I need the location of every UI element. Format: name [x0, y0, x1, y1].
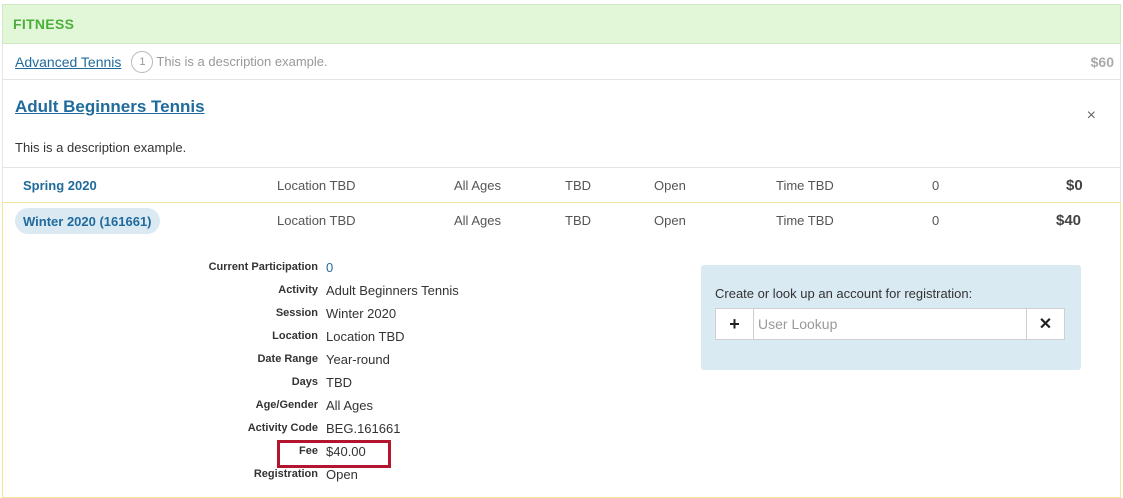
info-value: Year-round [326, 352, 390, 367]
registration-prompt: Create or look up an account for registr… [715, 286, 973, 301]
activity-list: FITNESS Advanced Tennis 1 This is a desc… [2, 4, 1121, 498]
info-label: Days [291, 376, 318, 388]
info-row-registration: Registration Open [3, 466, 423, 489]
session-count: 0 [932, 178, 940, 193]
session-time: Time TBD [776, 213, 834, 228]
session-location: Location TBD [277, 178, 356, 193]
session-time: Time TBD [776, 178, 834, 193]
close-icon[interactable]: × [1087, 107, 1096, 125]
session-location: Location TBD [277, 213, 356, 228]
info-label: Activity [278, 284, 318, 296]
plus-icon[interactable]: + [716, 309, 754, 339]
info-label: Registration [253, 468, 318, 480]
activity-description: This is a description example. [156, 54, 328, 69]
activity-detail-header: Adult Beginners Tennis × This is a descr… [2, 80, 1121, 168]
activity-detail-title[interactable]: Adult Beginners Tennis [15, 97, 205, 117]
activity-detail-description: This is a description example. [15, 140, 187, 155]
info-row-participation: Current Participation 0 [3, 259, 423, 282]
session-status: Open [654, 178, 686, 193]
session-name: Winter 2020 (161661) [23, 213, 152, 229]
info-value: BEG.161661 [326, 421, 401, 436]
info-row-date-range: Date Range Year-round [3, 351, 423, 374]
info-value: Winter 2020 [326, 306, 397, 321]
close-icon[interactable]: ✕ [1026, 309, 1064, 339]
info-row-age-gender: Age/Gender All Ages [3, 397, 423, 420]
info-label: Location [272, 330, 318, 342]
activity-link[interactable]: Advanced Tennis [15, 54, 121, 70]
registration-panel: Create or look up an account for registr… [701, 265, 1081, 370]
session-count: 0 [932, 213, 940, 228]
info-row-location: Location Location TBD [3, 328, 423, 351]
session-pill[interactable]: Winter 2020 (161661) [15, 208, 160, 234]
info-label: Session [275, 307, 318, 319]
info-label: Activity Code [247, 422, 318, 434]
info-row-session: Session Winter 2020 [3, 305, 423, 328]
info-label: Date Range [257, 353, 318, 365]
session-status: Open [654, 213, 686, 228]
info-value: All Ages [326, 398, 373, 413]
participation-link[interactable]: 0 [326, 260, 333, 275]
info-row-days: Days TBD [3, 374, 423, 397]
category-header: FITNESS [2, 4, 1121, 44]
session-price: $0 [1066, 177, 1083, 194]
info-value: Adult Beginners Tennis [326, 283, 459, 298]
info-value: TBD [326, 375, 352, 390]
session-ages: All Ages [454, 213, 501, 228]
activity-price: $60 [1090, 54, 1114, 70]
info-value: Open [326, 467, 358, 482]
user-lookup-input[interactable] [754, 309, 1026, 339]
session-row-winter-2020[interactable]: Winter 2020 (161661) Location TBD All Ag… [3, 203, 1122, 238]
fee-highlight-box [277, 440, 391, 468]
session-price: $40 [1056, 212, 1082, 229]
info-label: Age/Gender [255, 399, 318, 411]
session-count-badge: 1 [131, 50, 154, 73]
info-label: Current Participation [208, 261, 318, 273]
category-title: FITNESS [13, 16, 75, 32]
activity-row-advanced-tennis[interactable]: Advanced Tennis 1 This is a description … [2, 44, 1121, 80]
session-days: TBD [565, 213, 591, 228]
user-lookup-group: + ✕ [715, 308, 1065, 340]
info-value: Location TBD [326, 329, 405, 344]
info-row-activity: Activity Adult Beginners Tennis [3, 282, 459, 305]
session-row-spring-2020[interactable]: Spring 2020 Location TBD All Ages TBD Op… [2, 167, 1121, 202]
session-name[interactable]: Spring 2020 [23, 178, 97, 193]
session-days: TBD [565, 178, 591, 193]
session-ages: All Ages [454, 178, 501, 193]
